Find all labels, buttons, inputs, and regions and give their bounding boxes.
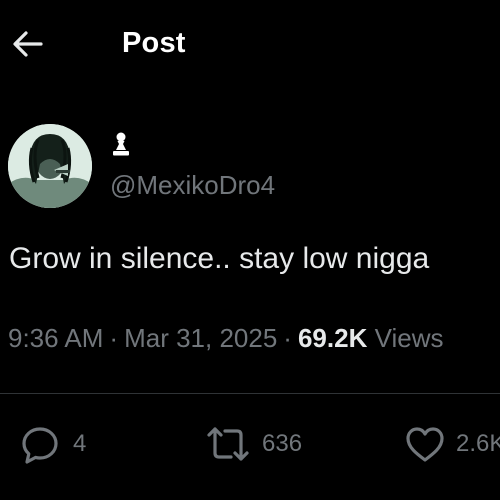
meta-separator: ·: [283, 323, 292, 353]
reply-icon: [22, 427, 58, 464]
back-button[interactable]: [8, 24, 48, 64]
repost-icon: [207, 427, 249, 461]
reply-count: 4: [73, 430, 87, 457]
avatar[interactable]: [8, 124, 92, 208]
like-button[interactable]: 2.6K: [405, 420, 500, 470]
views-count: 69.2K: [297, 323, 368, 353]
author-row: @MexikoDro4: [0, 118, 500, 213]
views-label: Views: [374, 323, 444, 353]
meta-separator: ·: [109, 323, 119, 353]
timestamp-date[interactable]: Mar 31, 2025: [124, 323, 277, 353]
timestamp-time[interactable]: 9:36 AM: [8, 323, 103, 353]
heart-icon: [406, 427, 444, 462]
page-title: Post: [122, 27, 186, 59]
chess-pawn-icon: [110, 131, 132, 157]
arrow-left-icon: [13, 31, 43, 57]
tweet-meta: 9:36 AM · Mar 31, 2025 · 69.2K Views: [8, 319, 443, 357]
reply-button[interactable]: 4: [20, 420, 110, 470]
tweet-text: Grow in silence.. stay low nigga: [9, 242, 430, 275]
repost-count: 636: [262, 430, 303, 457]
repost-button[interactable]: 636: [205, 420, 335, 470]
like-count: 2.6K: [456, 430, 500, 457]
top-bar: Post: [0, 0, 500, 86]
divider: [0, 393, 500, 394]
author-handle[interactable]: @MexikoDro4: [110, 168, 275, 202]
action-bar: 4 636 2.6K: [0, 420, 500, 470]
